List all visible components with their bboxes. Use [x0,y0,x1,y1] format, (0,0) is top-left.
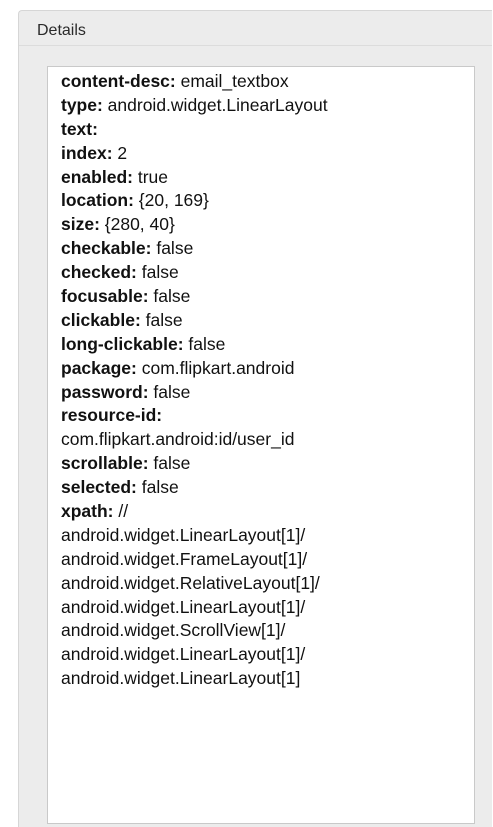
property-value: true [132,166,168,187]
property-value: com.flipkart.android:id/user_id [61,429,295,450]
property-value: email_textbox [175,71,289,91]
property-value: 2 [112,142,128,163]
property-line-resource-id: resource-id: [61,404,468,428]
property-value: android.widget.RelativeLayout[1]/ [61,572,320,593]
xpath-segment: android.widget.LinearLayout[1]/ [61,596,468,620]
property-value: {20, 169} [133,190,209,211]
property-line-package: package: com.flipkart.android [61,357,468,381]
property-key: index: [61,142,113,163]
details-list: content-desc: email_textbox type: androi… [61,70,468,691]
property-line-type: type: android.widget.LinearLayout [61,94,468,118]
xpath-segment: android.widget.LinearLayout[1] [61,667,468,691]
property-line-size: size: {280, 40} [61,213,468,237]
property-key: checked: [61,262,137,283]
property-value: android.widget.LinearLayout[1]/ [61,524,306,545]
property-value: false [136,477,179,498]
property-line-resource-id-value: com.flipkart.android:id/user_id [61,428,468,452]
xpath-segment: android.widget.ScrollView[1]/ [61,619,468,643]
property-line-focusable: focusable: false [61,285,468,309]
property-line-long-clickable: long-clickable: false [61,333,468,357]
property-line-checked: checked: false [61,261,468,285]
property-value: android.widget.LinearLayout[1]/ [61,644,306,665]
property-line-content-desc: content-desc: email_textbox [61,70,468,94]
property-line-password: password: false [61,381,468,405]
property-value: false [148,381,191,402]
property-line-enabled: enabled: true [61,166,468,190]
property-key: password: [61,381,149,402]
property-key: selected: [61,477,137,498]
property-key: clickable: [61,309,141,330]
property-key: xpath: [61,501,114,522]
property-value: false [183,333,226,354]
property-key: content-desc: [61,71,176,91]
xpath-segment: android.widget.LinearLayout[1]/ [61,524,468,548]
property-key: focusable: [61,286,149,307]
property-line-index: index: 2 [61,142,468,166]
property-key: scrollable: [61,453,149,474]
property-value: false [140,309,183,330]
xpath-segment: android.widget.FrameLayout[1]/ [61,548,468,572]
property-key: text: [61,118,98,139]
property-key: enabled: [61,166,133,187]
property-value: false [148,453,191,474]
property-value: android.widget.ScrollView[1]/ [61,620,286,641]
panel-divider [19,45,492,46]
property-value: android.widget.FrameLayout[1]/ [61,548,308,569]
property-value: android.widget.LinearLayout[1] [61,668,301,689]
property-value: // [113,501,129,522]
panel-title: Details [37,22,86,39]
property-line-location: location: {20, 169} [61,189,468,213]
property-line-xpath: xpath: // [61,500,468,524]
property-key: checkable: [61,238,152,259]
property-value: {280, 40} [99,214,175,235]
property-key: location: [61,190,134,211]
property-line-selected: selected: false [61,476,468,500]
xpath-segment: android.widget.RelativeLayout[1]/ [61,572,468,596]
property-key: package: [61,357,137,378]
property-value: android.widget.LinearLayout[1]/ [61,596,306,617]
property-key: type: [61,94,103,115]
property-value: com.flipkart.android [136,357,295,378]
property-key: resource-id: [61,405,163,426]
property-line-text: text: [61,118,468,142]
property-value: android.widget.LinearLayout [102,94,328,115]
details-panel: Details content-desc: email_textbox type… [18,10,492,827]
details-text-area[interactable]: content-desc: email_textbox type: androi… [47,66,475,824]
property-value: false [151,238,194,259]
property-value: false [148,286,191,307]
property-line-checkable: checkable: false [61,237,468,261]
xpath-segment: android.widget.LinearLayout[1]/ [61,643,468,667]
property-line-clickable: clickable: false [61,309,468,333]
property-key: size: [61,214,100,235]
property-key: long-clickable: [61,333,184,354]
property-value: false [136,262,179,283]
property-line-scrollable: scrollable: false [61,452,468,476]
